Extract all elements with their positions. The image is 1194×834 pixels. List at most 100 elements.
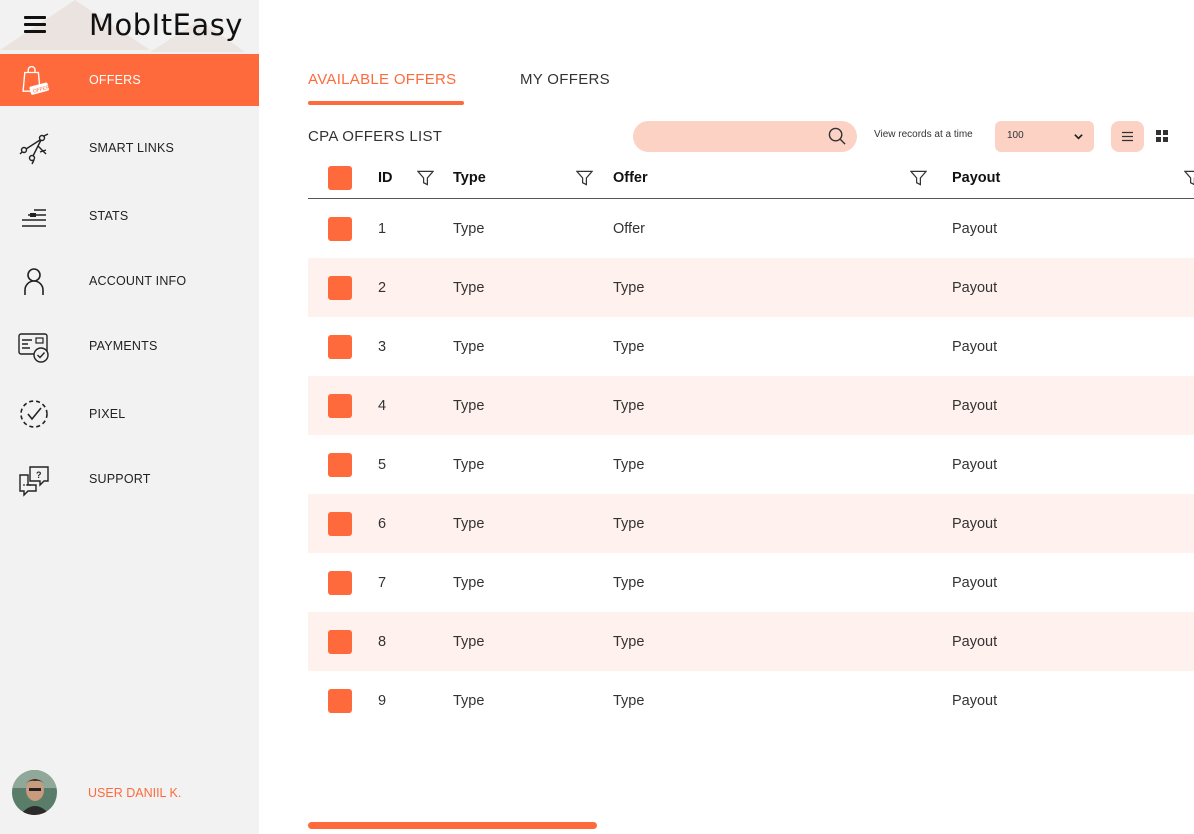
cell-payout: Payout bbox=[952, 633, 998, 650]
sidebar-item-support[interactable]: ? SUPPORT bbox=[0, 453, 259, 505]
cell-offer: Type bbox=[613, 397, 645, 414]
cell-id: 4 bbox=[378, 397, 387, 414]
cell-type: Type bbox=[453, 456, 485, 473]
row-checkbox[interactable] bbox=[328, 688, 352, 713]
filter-icon[interactable] bbox=[417, 169, 434, 186]
cell-offer: Type bbox=[613, 515, 645, 532]
cell-payout: Payout bbox=[952, 692, 998, 709]
cell-payout: Payout bbox=[952, 279, 998, 296]
cell-offer: Type bbox=[613, 279, 645, 296]
row-checkbox[interactable] bbox=[328, 511, 352, 536]
cell-type: Type bbox=[453, 574, 485, 591]
cell-id: 5 bbox=[378, 456, 387, 473]
cell-payout: Payout bbox=[952, 397, 998, 414]
cell-id: 9 bbox=[378, 692, 387, 709]
chevron-down-icon bbox=[1074, 134, 1083, 140]
select-all-checkbox[interactable] bbox=[328, 165, 352, 190]
row-checkbox[interactable] bbox=[328, 334, 352, 359]
row-checkbox[interactable] bbox=[328, 216, 352, 241]
app-root: MobItEasy OFFER OFFERS SMART LINKS STATS… bbox=[0, 0, 1194, 834]
tab-available-offers[interactable]: AVAILABLE OFFERS bbox=[308, 71, 456, 88]
table-row[interactable]: 5 Type Type Payout bbox=[308, 435, 1194, 494]
svg-text:?: ? bbox=[36, 470, 42, 480]
row-checkbox[interactable] bbox=[328, 629, 352, 654]
cell-type: Type bbox=[453, 397, 485, 414]
sidebar-item-smart-links[interactable]: SMART LINKS bbox=[0, 122, 259, 174]
menu-hamburger-icon[interactable] bbox=[24, 16, 46, 36]
column-header-type[interactable]: Type bbox=[453, 170, 486, 186]
cell-id: 8 bbox=[378, 633, 387, 650]
table-row[interactable]: 2 Type Type Payout bbox=[308, 258, 1194, 317]
table-row[interactable]: 9 Type Type Payout bbox=[308, 671, 1194, 730]
records-per-page-value: 100 bbox=[1007, 130, 1024, 141]
cell-offer: Type bbox=[613, 456, 645, 473]
offers-table: ID Type Offer Payout 1 Type Offer Payout… bbox=[308, 157, 1194, 730]
row-checkbox[interactable] bbox=[328, 452, 352, 477]
cell-payout: Payout bbox=[952, 515, 998, 532]
user-icon bbox=[24, 268, 44, 295]
column-header-offer[interactable]: Offer bbox=[613, 170, 648, 186]
sidebar-item-pixel[interactable]: PIXEL bbox=[0, 388, 259, 440]
horizontal-scrollbar[interactable] bbox=[308, 822, 597, 829]
pixel-check-icon bbox=[20, 400, 48, 428]
payment-card-icon bbox=[18, 333, 49, 363]
table-row[interactable]: 8 Type Type Payout bbox=[308, 612, 1194, 671]
cell-payout: Payout bbox=[952, 338, 998, 355]
row-checkbox[interactable] bbox=[328, 393, 352, 418]
sidebar: MobItEasy OFFER OFFERS SMART LINKS STATS… bbox=[0, 0, 259, 834]
grid-view-icon[interactable] bbox=[1156, 130, 1168, 142]
records-per-page-select[interactable]: 100 bbox=[995, 121, 1094, 152]
cell-offer: Type bbox=[613, 692, 645, 709]
cell-payout: Payout bbox=[952, 456, 998, 473]
smart-links-icon bbox=[19, 133, 49, 165]
sidebar-item-label: SMART LINKS bbox=[89, 141, 175, 155]
brand-logo: MobItEasy bbox=[89, 8, 243, 42]
column-header-payout[interactable]: Payout bbox=[952, 170, 1000, 186]
table-header: ID Type Offer Payout bbox=[308, 157, 1194, 199]
filter-icon[interactable] bbox=[576, 169, 593, 186]
tab-my-offers[interactable]: MY OFFERS bbox=[520, 71, 610, 88]
cell-id: 6 bbox=[378, 515, 387, 532]
row-checkbox[interactable] bbox=[328, 570, 352, 595]
table-row[interactable]: 7 Type Type Payout bbox=[308, 553, 1194, 612]
search-box bbox=[633, 121, 857, 152]
cell-offer: Type bbox=[613, 574, 645, 591]
table-row[interactable]: 6 Type Type Payout bbox=[308, 494, 1194, 553]
search-input[interactable] bbox=[647, 127, 817, 146]
sidebar-item-stats[interactable]: STATS bbox=[0, 190, 259, 242]
active-tab-indicator bbox=[308, 101, 464, 105]
cell-type: Type bbox=[453, 338, 485, 355]
cell-id: 3 bbox=[378, 338, 387, 355]
table-row[interactable]: 4 Type Type Payout bbox=[308, 376, 1194, 435]
stats-icon bbox=[22, 209, 46, 227]
filter-icon[interactable] bbox=[1184, 169, 1194, 186]
sidebar-item-offers[interactable]: OFFER OFFERS bbox=[0, 54, 259, 106]
search-icon[interactable] bbox=[828, 127, 847, 146]
sidebar-item-label: PIXEL bbox=[89, 407, 126, 421]
cell-id: 7 bbox=[378, 574, 387, 591]
cell-type: Type bbox=[453, 515, 485, 532]
cell-payout: Payout bbox=[952, 220, 998, 237]
cell-type: Type bbox=[453, 279, 485, 296]
filter-icon[interactable] bbox=[910, 169, 927, 186]
cell-offer: Offer bbox=[613, 220, 645, 237]
sidebar-item-label: PAYMENTS bbox=[89, 339, 158, 353]
sidebar-item-payments[interactable]: PAYMENTS bbox=[0, 320, 259, 372]
list-view-icon bbox=[1122, 131, 1133, 142]
main-content: AVAILABLE OFFERS MY OFFERS CPA OFFERS LI… bbox=[259, 0, 1194, 834]
row-checkbox[interactable] bbox=[328, 275, 352, 300]
cell-type: Type bbox=[453, 633, 485, 650]
table-row[interactable]: 1 Type Offer Payout bbox=[308, 199, 1194, 258]
user-profile[interactable]: USER DANIIL K. bbox=[12, 770, 252, 816]
sidebar-item-label: STATS bbox=[89, 209, 129, 223]
sidebar-item-account-info[interactable]: ACCOUNT INFO bbox=[0, 255, 259, 307]
table-row[interactable]: 3 Type Type Payout bbox=[308, 317, 1194, 376]
list-title: CPA OFFERS LIST bbox=[308, 128, 443, 145]
avatar bbox=[12, 770, 57, 815]
sidebar-item-label: SUPPORT bbox=[89, 472, 151, 486]
list-view-button[interactable] bbox=[1111, 121, 1144, 152]
sidebar-item-label: OFFERS bbox=[89, 73, 141, 87]
support-chat-icon: ? bbox=[19, 466, 49, 497]
records-per-page-label: View records at a time bbox=[874, 129, 973, 140]
column-header-id[interactable]: ID bbox=[378, 170, 393, 186]
